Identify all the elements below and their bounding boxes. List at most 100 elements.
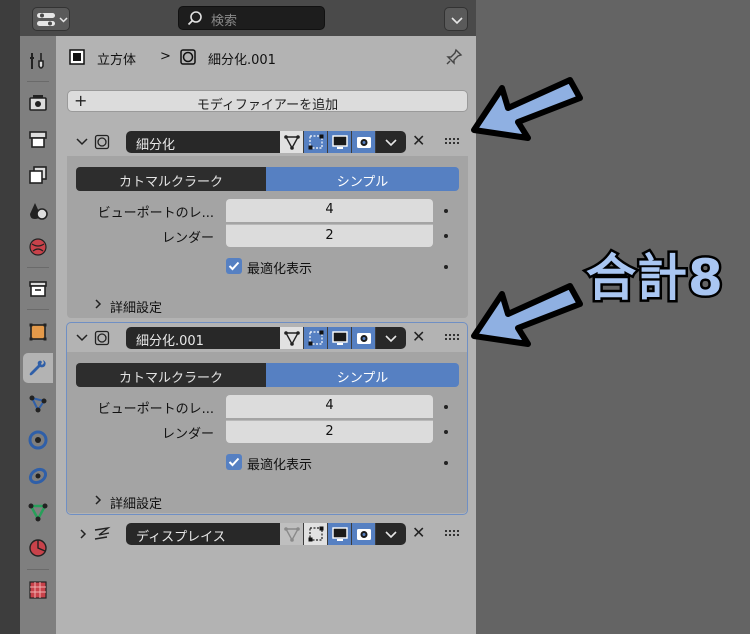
algorithm-option-simple[interactable]: シンプル (266, 167, 459, 191)
search-icon (187, 11, 202, 26)
options-dropdown-button[interactable] (444, 7, 468, 31)
tab-collection[interactable] (23, 274, 53, 304)
tab-output[interactable] (23, 124, 53, 154)
drag-handle-icon[interactable] (444, 529, 462, 537)
render-toggle[interactable] (352, 327, 376, 349)
keyframe-dot[interactable] (444, 430, 448, 434)
chevron-down-icon (385, 335, 397, 343)
algorithm-option-simple[interactable]: シンプル (266, 363, 459, 387)
viewport-levels-label: ビューポートのレ... (97, 206, 214, 221)
tab-world[interactable] (23, 232, 53, 262)
optimal-display-label: 最適化表示 (247, 262, 313, 277)
camera-icon (356, 137, 371, 148)
pin-icon[interactable] (444, 47, 464, 67)
render-levels-label: レンダー (161, 231, 214, 246)
monitor-icon (331, 135, 348, 149)
viewport-toggle[interactable] (328, 327, 352, 349)
drag-handle-icon[interactable] (444, 137, 462, 145)
tab-view-layer[interactable] (23, 160, 53, 190)
collapse-chevron-icon[interactable] (74, 134, 90, 150)
texture-icon (29, 581, 47, 599)
edit-mode-toggle[interactable] (304, 523, 328, 545)
advanced-subpanel-label[interactable]: 詳細設定 (110, 297, 162, 316)
edit-mode-toggle[interactable] (304, 131, 328, 153)
modifier-menu-dropdown[interactable] (376, 131, 406, 153)
tab-object[interactable] (23, 317, 53, 347)
algorithm-right-label: シンプル (336, 371, 389, 386)
tab-scene[interactable] (23, 196, 53, 226)
search-placeholder: 検索 (211, 14, 238, 29)
editor-type-button[interactable] (32, 7, 70, 31)
tab-tool[interactable] (23, 46, 53, 76)
view-layer-icon (29, 166, 47, 184)
keyframe-dot[interactable] (444, 461, 448, 465)
tool-icon (30, 53, 44, 69)
object-cube-icon (69, 49, 85, 65)
optimal-display-checkbox[interactable] (226, 454, 242, 470)
on-cage-toggle[interactable] (280, 131, 304, 153)
modifier-name: ディスプレイス (136, 530, 226, 545)
viewport-levels-field[interactable]: 4 (226, 199, 433, 222)
keyframe-dot[interactable] (444, 234, 448, 238)
algorithm-left-label: カトマルクラーク (118, 175, 223, 190)
tab-render[interactable] (23, 88, 53, 118)
material-icon (29, 539, 47, 557)
on-cage-toggle[interactable] (280, 523, 304, 545)
drag-handle-icon[interactable] (444, 333, 462, 341)
subdivision-icon (94, 134, 110, 150)
annotation-total-label: 合計8 (584, 247, 726, 310)
render-levels-field[interactable]: 2 (226, 420, 433, 443)
scene-icon (30, 203, 48, 220)
search-input[interactable]: 検索 (178, 6, 325, 30)
remove-modifier-button[interactable]: ✕ (412, 131, 425, 150)
tab-material[interactable] (23, 533, 53, 563)
breadcrumb-separator: > (160, 49, 171, 64)
breadcrumb-object: 立方体 (97, 53, 137, 68)
tab-modifiers[interactable] (23, 353, 53, 383)
keyframe-dot[interactable] (444, 209, 448, 213)
modifier-name-field[interactable]: 細分化 (126, 131, 280, 153)
viewport-levels-value: 4 (325, 202, 334, 217)
chevron-right-icon[interactable] (92, 297, 104, 311)
on-cage-icon (283, 135, 300, 150)
tab-physics[interactable] (23, 425, 53, 455)
remove-modifier-button[interactable]: ✕ (412, 327, 425, 346)
algorithm-option-catmull-clark[interactable]: カトマルクラーク (76, 167, 266, 191)
modifier-name-field[interactable]: 細分化.001 (126, 327, 280, 349)
on-cage-toggle[interactable] (280, 327, 304, 349)
chevron-down-icon (385, 139, 397, 147)
render-toggle[interactable] (352, 131, 376, 153)
optimal-display-checkbox[interactable] (226, 258, 242, 274)
collection-icon (29, 281, 47, 297)
annotation-arrow-icon (471, 283, 583, 347)
expand-chevron-icon[interactable] (76, 526, 90, 542)
particles-icon (29, 395, 47, 413)
output-icon (29, 131, 47, 148)
physics-icon (28, 430, 48, 450)
modifier-menu-dropdown[interactable] (376, 327, 406, 349)
chevron-right-icon[interactable] (92, 493, 104, 507)
add-modifier-button[interactable]: + モディファイアーを追加 (67, 90, 468, 113)
tab-texture[interactable] (23, 575, 53, 605)
viewport-levels-field[interactable]: 4 (226, 395, 433, 418)
algorithm-option-catmull-clark[interactable]: カトマルクラーク (76, 363, 266, 387)
viewport-toggle[interactable] (328, 523, 352, 545)
viewport-toggle[interactable] (328, 131, 352, 153)
advanced-subpanel-label[interactable]: 詳細設定 (110, 493, 162, 512)
edit-mode-toggle[interactable] (304, 327, 328, 349)
modifier-name-field[interactable]: ディスプレイス (126, 523, 280, 545)
collapse-chevron-icon[interactable] (74, 330, 90, 346)
chevron-down-icon (451, 17, 463, 25)
tab-object-data[interactable] (23, 497, 53, 527)
render-toggle[interactable] (352, 523, 376, 545)
keyframe-dot[interactable] (444, 405, 448, 409)
breadcrumb-modifier: 細分化.001 (208, 53, 276, 68)
tab-particles[interactable] (23, 389, 53, 419)
keyframe-dot[interactable] (444, 265, 448, 269)
modifier-menu-dropdown[interactable] (376, 523, 406, 545)
properties-editor-icon (37, 13, 68, 26)
tab-constraints[interactable] (23, 461, 53, 491)
remove-modifier-button[interactable]: ✕ (412, 523, 425, 542)
checkmark-icon (228, 261, 240, 271)
render-levels-field[interactable]: 2 (226, 224, 433, 247)
